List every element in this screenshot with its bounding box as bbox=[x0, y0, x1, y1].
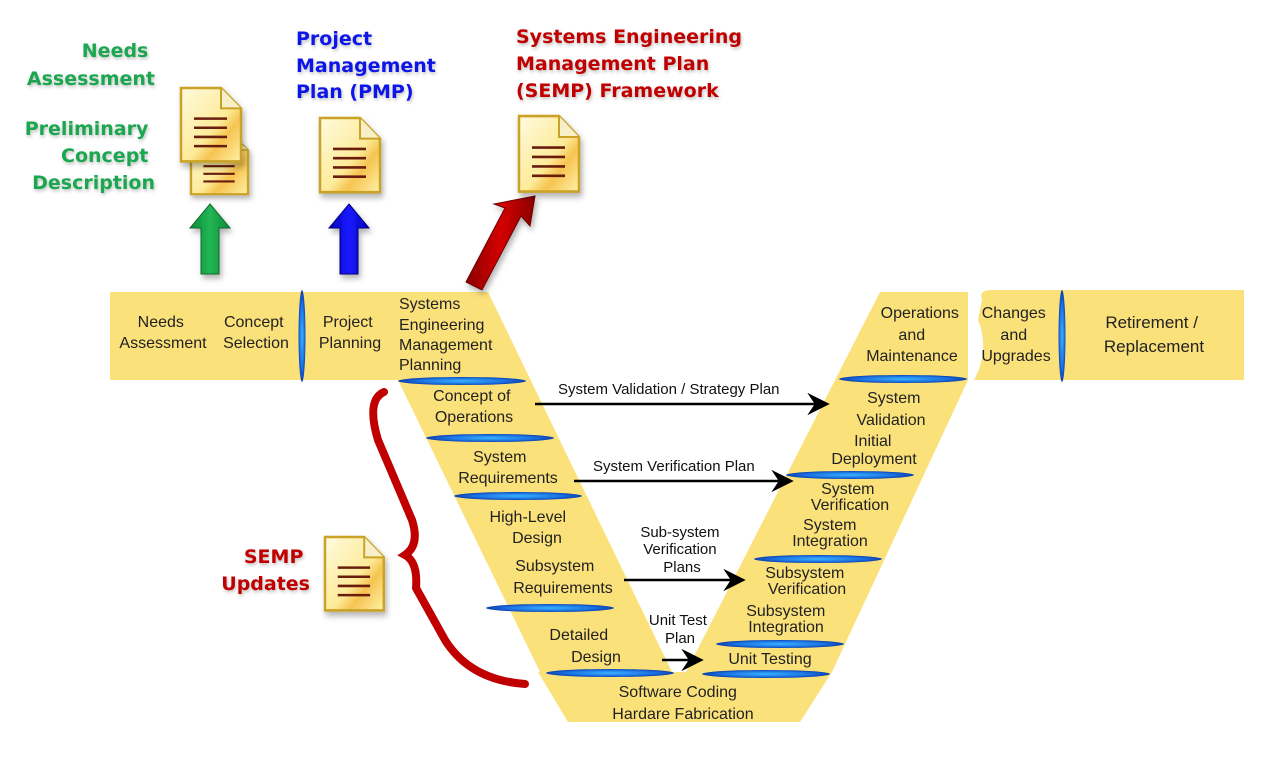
verification-plan-label: System Verification Plan bbox=[593, 458, 755, 475]
system-verification-phase: System Verification bbox=[811, 481, 889, 514]
document-icon bbox=[179, 86, 243, 163]
divider-right-2 bbox=[786, 471, 914, 479]
divider-right-4 bbox=[716, 640, 844, 648]
divider-left-1 bbox=[398, 377, 526, 385]
v-band bbox=[110, 290, 1244, 722]
arrow-diagonal-icon bbox=[465, 195, 536, 291]
needs-assessment-heading: Needs Assessment bbox=[27, 40, 155, 90]
subsystem-verification-phase: Subsystem Verification bbox=[765, 565, 849, 598]
divider-left-5 bbox=[546, 669, 674, 677]
divider-left-3 bbox=[454, 492, 582, 500]
system-integration-phase: System Integration bbox=[792, 517, 868, 550]
semp-updates-heading: SEMP Updates bbox=[221, 546, 310, 595]
arrow-up-icon bbox=[188, 203, 232, 275]
divider-right-5 bbox=[702, 670, 830, 678]
pmp-heading: Project Management Plan (PMP) bbox=[296, 28, 442, 103]
subsystem-plans-label: Sub-system Verification Plans bbox=[640, 524, 723, 576]
divider-left-4 bbox=[486, 604, 614, 612]
document-icon bbox=[318, 116, 382, 194]
unit-testing-phase: Unit Testing bbox=[728, 651, 811, 668]
document-icon bbox=[323, 535, 386, 612]
divider-right-3 bbox=[754, 555, 882, 563]
validation-plan-label: System Validation / Strategy Plan bbox=[558, 381, 780, 398]
v-model-diagram: Needs Assessment Concept Selection Proje… bbox=[25, 26, 1244, 723]
preliminary-concept-heading: Preliminary Concept Description bbox=[25, 118, 155, 194]
semp-framework-heading: Systems Engineering Management Plan (SEM… bbox=[516, 26, 749, 102]
divider-vertical-1 bbox=[298, 290, 306, 382]
subsystem-integration-phase: Subsystem Integration bbox=[746, 603, 830, 636]
divider-left-2 bbox=[426, 434, 554, 442]
divider-right-1 bbox=[839, 375, 967, 383]
divider-vertical-2 bbox=[1058, 290, 1066, 382]
document-icon bbox=[517, 114, 581, 193]
arrow-up-icon bbox=[327, 203, 371, 275]
